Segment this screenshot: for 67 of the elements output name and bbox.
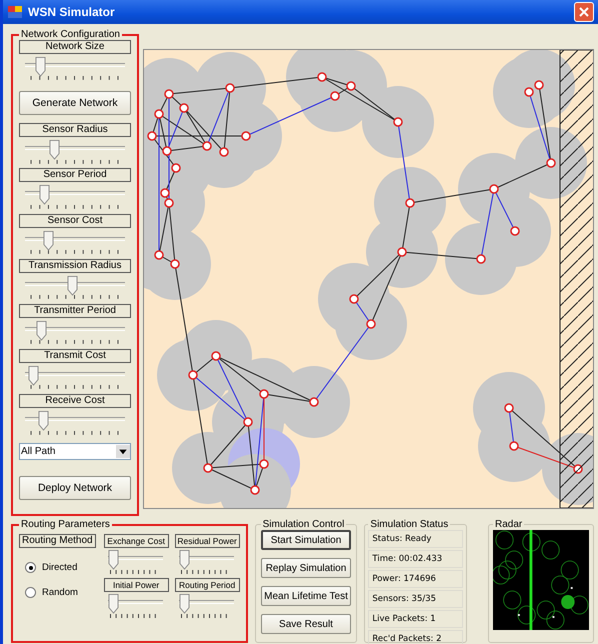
slider[interactable] [25, 230, 125, 250]
close-button[interactable] [574, 2, 594, 22]
slider-thumb[interactable] [38, 411, 49, 432]
action-button[interactable]: Generate Network [19, 91, 131, 116]
slider-label: Sensor Period [19, 168, 131, 182]
status-field: Power: 174696 [368, 570, 463, 588]
status-field: Time: 00:02.433 [368, 550, 463, 568]
slider-thumb[interactable] [178, 594, 190, 614]
slider-label: Sensor Radius [19, 123, 131, 138]
close-icon [579, 7, 589, 17]
slider[interactable] [108, 594, 163, 614]
slider-label: Transmit Cost [19, 349, 131, 364]
slider[interactable] [178, 594, 234, 614]
slider-thumb[interactable] [34, 57, 46, 77]
simulation-button[interactable]: Start Simulation [260, 530, 352, 550]
slider-label: Routing Period [174, 578, 240, 592]
slider-label: Transmission Radius [19, 258, 131, 273]
slider-thumb[interactable] [36, 320, 48, 341]
slider-label: Sensor Cost [19, 214, 131, 228]
status-field: Sensors: 35/35 [368, 590, 463, 608]
tick-marks [180, 614, 227, 619]
panel-title: Routing Parameters [20, 519, 111, 530]
action-button[interactable]: Deploy Network [19, 476, 131, 500]
panel-title: Simulation Control [262, 519, 346, 530]
slider-label: Network Size [19, 40, 131, 54]
slider-thumb[interactable] [28, 366, 40, 386]
slider[interactable] [25, 320, 125, 340]
slider[interactable] [25, 57, 125, 76]
panel-title: Network Configuration [20, 29, 121, 40]
slider-label: Exchange Cost [104, 534, 169, 548]
tick-marks [180, 570, 227, 575]
slider-label: Residual Power [174, 534, 240, 548]
panel-title: Radar [494, 519, 524, 530]
simulation-button[interactable]: Save Result [260, 614, 352, 634]
path-dropdown[interactable]: All Path [19, 443, 131, 460]
slider-thumb[interactable] [108, 550, 119, 570]
status-field: Rec'd Packets: 2 [368, 630, 463, 644]
tick-marks [110, 614, 156, 619]
simulation-button[interactable]: Replay Simulation [260, 558, 352, 578]
window-title: WSN Simulator [28, 5, 115, 19]
panel-title: Simulation Status [369, 519, 450, 530]
status-field: Status: Ready [368, 530, 463, 548]
slider[interactable] [25, 185, 125, 205]
slider-label: Initial Power [104, 578, 169, 592]
slider-thumb[interactable] [108, 594, 119, 614]
slider[interactable] [25, 366, 125, 386]
slider-thumb[interactable] [66, 276, 78, 296]
radio-button[interactable] [25, 587, 36, 598]
app-icon [7, 4, 23, 20]
slider[interactable] [108, 550, 163, 570]
slider[interactable] [178, 550, 234, 570]
slider-thumb[interactable] [49, 140, 60, 160]
slider[interactable] [25, 276, 125, 296]
slider-label: Receive Cost [19, 394, 131, 408]
radio-option[interactable]: Random [25, 587, 96, 598]
routing-method-label: Routing Method [19, 534, 96, 548]
tick-marks [110, 570, 156, 575]
slider-thumb[interactable] [42, 230, 54, 251]
slider-label: Transmitter Period [19, 304, 131, 318]
radio-option[interactable]: Directed [25, 562, 96, 573]
slider-thumb[interactable] [39, 185, 50, 206]
simulation-button[interactable]: Mean Lifetime Test [260, 586, 352, 606]
slider[interactable] [25, 411, 125, 430]
radio-button[interactable] [25, 562, 36, 573]
slider[interactable] [25, 140, 125, 160]
slider-thumb[interactable] [178, 550, 190, 570]
status-field: Live Packets: 1 [368, 610, 463, 628]
